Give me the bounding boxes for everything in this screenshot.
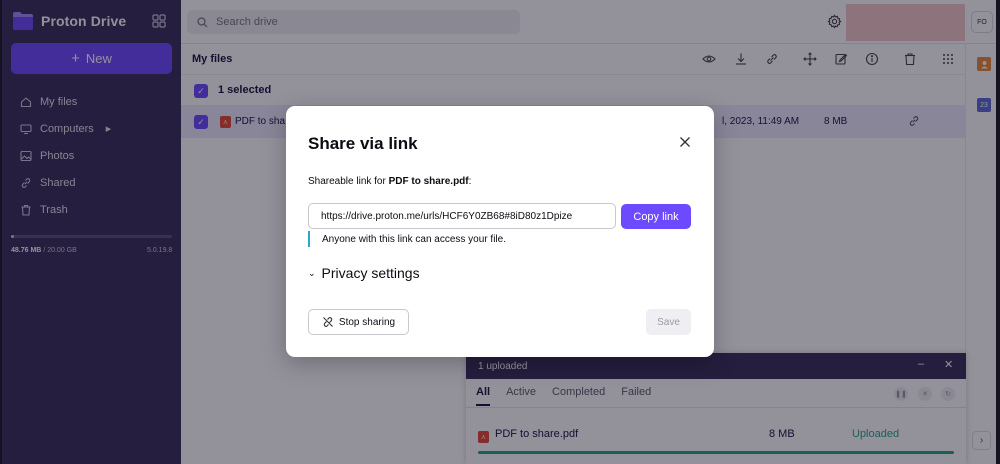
dialog-title: Share via link [308,134,418,153]
stop-sharing-label: Stop sharing [338,316,396,328]
save-button[interactable]: Save [646,309,691,335]
chevron-down-icon: ⌄ [308,267,316,278]
unlink-icon [323,317,333,327]
share-link-dialog: Share via link Shareable link for PDF to… [286,106,714,357]
privacy-settings-toggle[interactable]: ⌄ Privacy settings [308,265,420,281]
label-suffix: : [468,176,472,187]
label-prefix: Shareable link for [308,176,389,187]
stop-sharing-button[interactable]: Stop sharing [308,309,409,335]
access-note: Anyone with this link can access your fi… [308,231,506,247]
share-link-value: https://drive.proton.me/urls/HCF6Y0ZB68#… [321,210,573,222]
shareable-link-label: Shareable link for PDF to share.pdf: [308,176,471,187]
privacy-settings-label: Privacy settings [321,265,420,281]
share-link-field[interactable]: https://drive.proton.me/urls/HCF6Y0ZB68#… [308,203,616,229]
copy-link-button[interactable]: Copy link [621,204,691,229]
close-icon[interactable] [678,135,692,149]
label-file-name: PDF to share.pdf [388,176,469,187]
